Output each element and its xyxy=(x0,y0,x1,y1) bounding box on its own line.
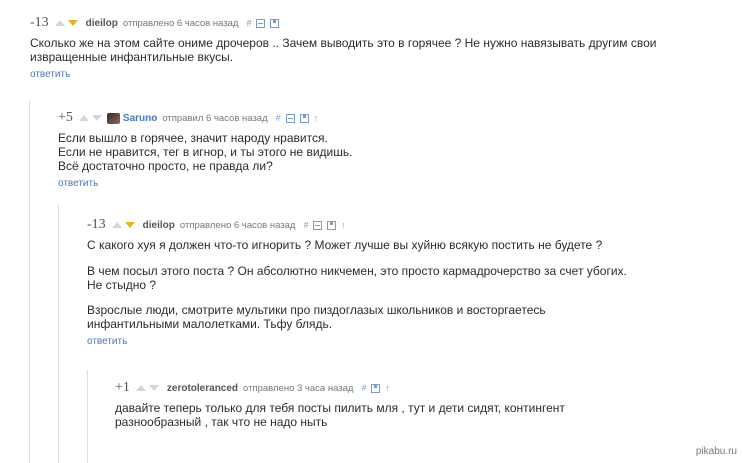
thread-line xyxy=(29,100,30,463)
comment-time: отправлено 6 часов назад xyxy=(179,219,296,231)
comment-time: отправлено 3 часа назад xyxy=(243,382,354,394)
save-icon[interactable] xyxy=(299,113,309,123)
reply-link[interactable]: ответить xyxy=(30,69,70,80)
upvote-icon[interactable] xyxy=(78,115,89,121)
comment-header: +5 Saruno отправил 6 часов назад # ↑ xyxy=(58,110,728,126)
downvote-icon[interactable] xyxy=(148,385,159,391)
comment: +1 zerotoleranced отправлено 3 часа наза… xyxy=(115,380,715,429)
comment-rating: +1 xyxy=(115,380,130,395)
save-icon[interactable] xyxy=(327,220,337,230)
parent-arrow-icon[interactable]: ↑ xyxy=(385,383,390,393)
downvote-icon[interactable] xyxy=(124,222,135,228)
comment-author[interactable]: dieilop xyxy=(86,18,118,29)
collapse-icon[interactable] xyxy=(256,18,266,28)
permalink-icon[interactable]: # xyxy=(361,383,366,393)
downvote-icon[interactable] xyxy=(67,20,78,26)
parent-arrow-icon[interactable]: ↑ xyxy=(314,113,319,123)
permalink-icon[interactable]: # xyxy=(276,113,281,123)
comment-author[interactable]: Saruno xyxy=(123,113,157,124)
comment-text: В чем посыл этого поста ? Он абсолютно н… xyxy=(87,264,627,292)
watermark-logo: pikabu.ru xyxy=(695,446,737,457)
save-icon[interactable] xyxy=(270,18,280,28)
comment-text: Сколько же на этом сайте ониме дрочеров … xyxy=(30,36,657,64)
permalink-icon[interactable]: # xyxy=(303,220,308,230)
comment-text: Взрослые люди, смотрите мультики про пиз… xyxy=(87,303,546,331)
comment-header: +1 zerotoleranced отправлено 3 часа наза… xyxy=(115,380,715,396)
comment-time: отправлено 6 часов назад xyxy=(122,17,239,29)
collapse-icon[interactable] xyxy=(313,220,323,230)
thread-line xyxy=(58,205,59,463)
save-icon[interactable] xyxy=(371,383,381,393)
comment: +5 Saruno отправил 6 часов назад # ↑ Есл… xyxy=(58,110,728,191)
comment-body: давайте теперь только для тебя посты пил… xyxy=(115,401,715,429)
comment-header: -13 dieilop отправлено 6 часов назад # xyxy=(30,15,730,31)
comment: -13 dieilop отправлено 6 часов назад # ↑… xyxy=(87,217,727,349)
comment-body: Если вышло в горячее, значит народу нрав… xyxy=(58,131,728,173)
reply-link[interactable]: ответить xyxy=(58,178,98,189)
comment-text: давайте теперь только для тебя посты пил… xyxy=(115,401,565,429)
comment-header: -13 dieilop отправлено 6 часов назад # ↑ xyxy=(87,217,727,233)
upvote-icon[interactable] xyxy=(111,222,122,228)
downvote-icon[interactable] xyxy=(91,115,102,121)
upvote-icon[interactable] xyxy=(135,385,146,391)
comment-time: отправил 6 часов назад xyxy=(162,112,268,124)
permalink-icon[interactable]: # xyxy=(246,18,251,28)
reply-link[interactable]: ответить xyxy=(87,336,127,347)
thread-line xyxy=(87,370,88,463)
comment: -13 dieilop отправлено 6 часов назад # С… xyxy=(30,15,730,82)
comment-author[interactable]: zerotoleranced xyxy=(167,383,238,394)
collapse-icon[interactable] xyxy=(285,113,295,123)
comment-body: Сколько же на этом сайте ониме дрочеров … xyxy=(30,36,730,64)
upvote-icon[interactable] xyxy=(54,20,65,26)
comment-text: С какого хуя я должен что-то игнорить ? … xyxy=(87,238,603,252)
comment-rating: -13 xyxy=(87,217,106,232)
comment-text: Если вышло в горячее, значит народу нрав… xyxy=(58,131,353,173)
parent-arrow-icon[interactable]: ↑ xyxy=(341,220,346,230)
comment-rating: +5 xyxy=(58,110,73,125)
avatar[interactable] xyxy=(106,112,120,124)
comment-body: С какого хуя я должен что-то игнорить ? … xyxy=(87,238,727,331)
comment-rating: -13 xyxy=(30,15,49,30)
comment-author[interactable]: dieilop xyxy=(143,220,175,231)
